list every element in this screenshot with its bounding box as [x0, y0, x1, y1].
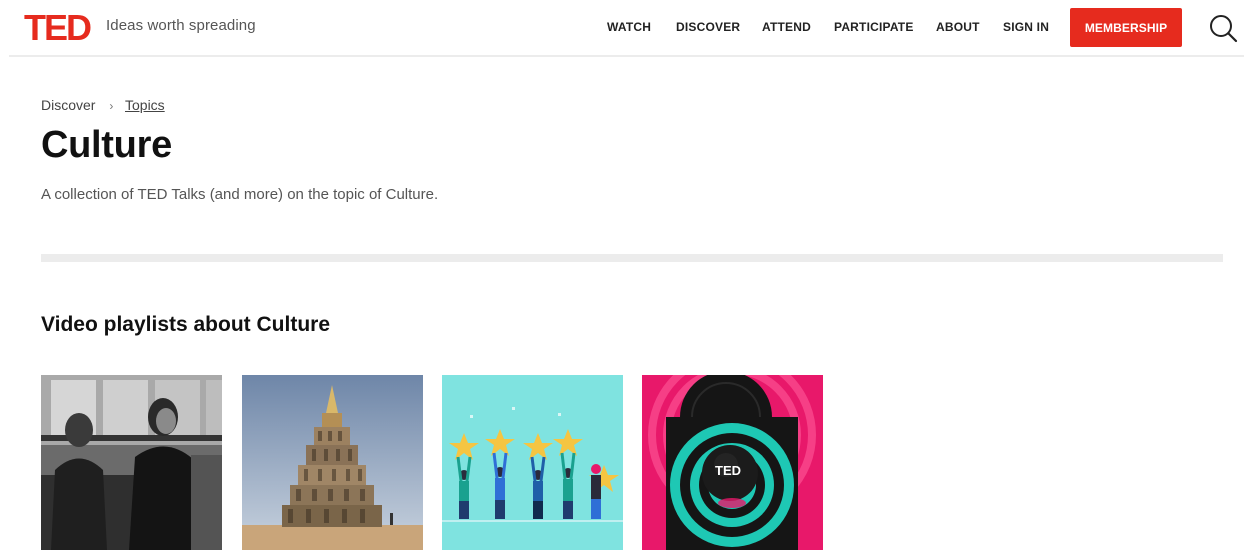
page-description: A collection of TED Talks (and more) on … [41, 186, 439, 203]
tower-sculpture-photo-icon [242, 375, 423, 550]
people-holding-stars-illustration-icon [442, 375, 623, 550]
nav-attend[interactable]: ATTEND [762, 20, 811, 34]
nav-participate[interactable]: PARTICIPATE [834, 20, 914, 34]
membership-button[interactable]: MEMBERSHIP [1070, 8, 1182, 47]
site-header: TED Ideas worth spreading WATCH DISCOVER… [0, 0, 1244, 57]
search-icon[interactable] [1208, 13, 1238, 43]
ted-badge-text: TED [715, 463, 741, 478]
civil-rights-bus-photo-icon [41, 375, 222, 550]
nav-discover[interactable]: DISCOVER [676, 20, 740, 34]
playlist-card[interactable]: TED [642, 375, 823, 550]
chevron-right-icon: › [109, 99, 114, 113]
nav-about[interactable]: ABOUT [936, 20, 980, 34]
section-divider [41, 254, 1223, 262]
header-divider [9, 55, 1244, 57]
playlist-card[interactable] [242, 375, 423, 550]
tagline: Ideas worth spreading [106, 17, 256, 34]
ted-spiral-record-illustration-icon: TED [642, 375, 823, 550]
playlist-card[interactable] [41, 375, 222, 550]
nav-watch[interactable]: WATCH [607, 20, 651, 34]
page-title: Culture [41, 124, 172, 166]
playlists-heading: Video playlists about Culture [41, 313, 330, 336]
nav-sign-in[interactable]: SIGN IN [1003, 20, 1049, 34]
ted-logo[interactable]: TED [24, 11, 96, 45]
breadcrumb-topics-link[interactable]: Topics [125, 97, 165, 113]
breadcrumb: Discover › Topics [41, 97, 165, 113]
breadcrumb-discover[interactable]: Discover [41, 97, 95, 113]
playlist-card[interactable] [442, 375, 623, 550]
ted-logo-text: TED [24, 11, 91, 45]
